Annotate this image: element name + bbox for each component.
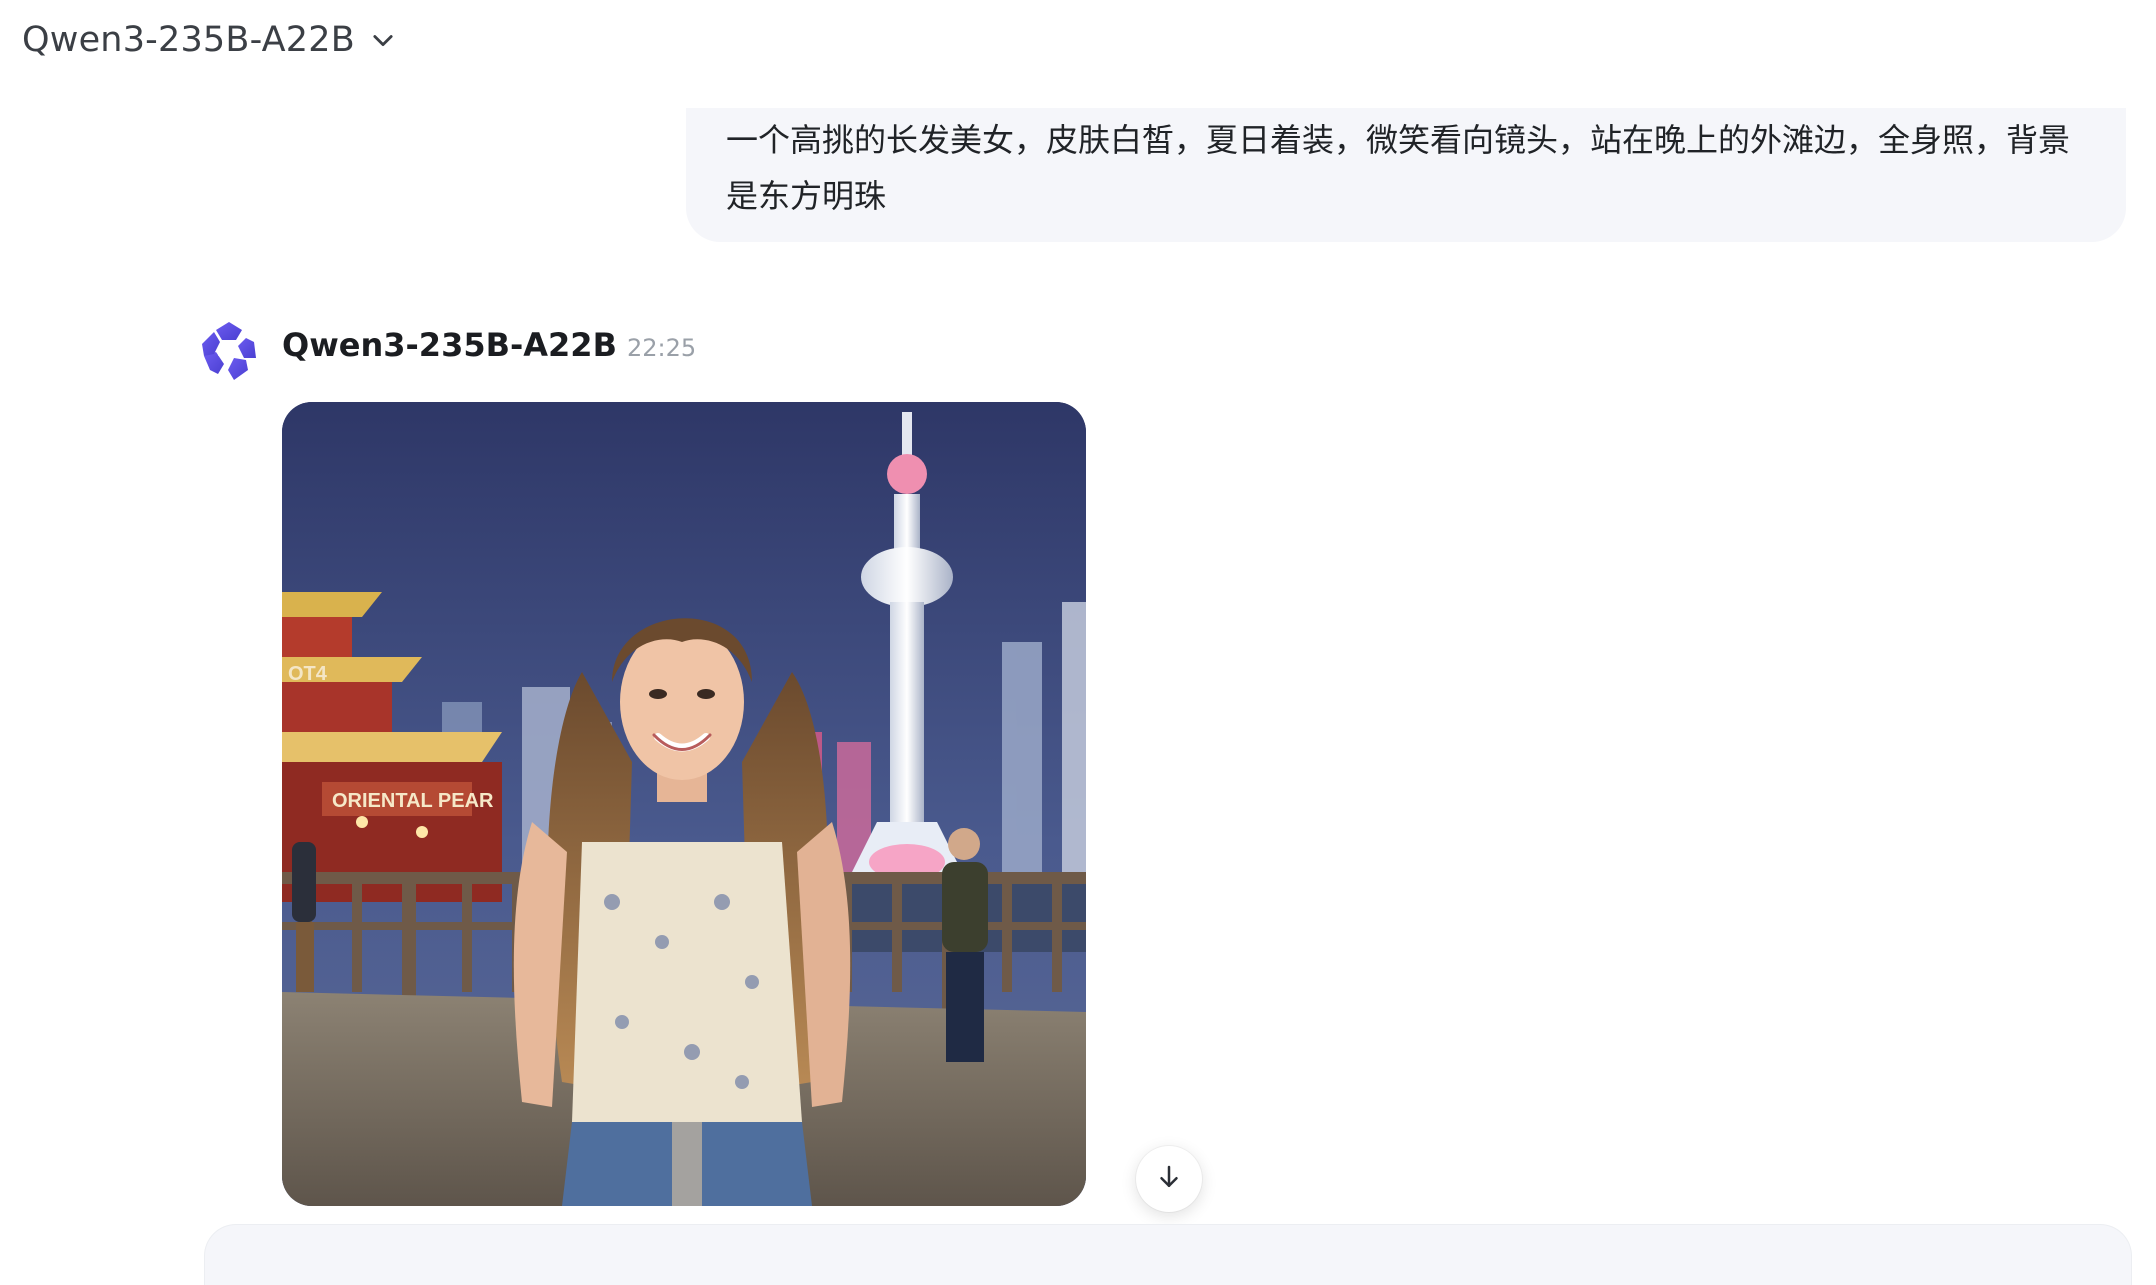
user-message-bubble: 一个高挑的长发美女，皮肤白皙，夏日着装，微笑看向镜头，站在晚上的外滩边，全身照，… [686, 108, 2126, 242]
chevron-down-icon [367, 24, 399, 56]
arrow-down-icon [1154, 1162, 1184, 1196]
assistant-name: Qwen3-235B-A22B [282, 326, 617, 364]
user-message-text: 一个高挑的长发美女，皮肤白皙，夏日着装，微笑看向镜头，站在晚上的外滩边，全身照，… [726, 121, 2071, 215]
assistant-message-header: Qwen3-235B-A22B 22:25 [282, 326, 696, 378]
image-sign-text-1: OT4 [288, 663, 328, 685]
scroll-to-bottom-button[interactable] [1136, 1146, 1202, 1212]
generated-image[interactable]: OT4 ORIENTAL PEAR [282, 402, 1086, 1206]
model-selector-label: Qwen3-235B-A22B [22, 20, 355, 60]
image-sign-text-2: ORIENTAL PEAR [332, 790, 494, 812]
qwen-logo-icon [196, 318, 262, 384]
assistant-timestamp: 22:25 [626, 334, 697, 362]
model-selector[interactable]: Qwen3-235B-A22B [22, 14, 399, 66]
generated-image-illustration: OT4 ORIENTAL PEAR [282, 402, 1086, 1206]
chat-input-area[interactable] [204, 1224, 2132, 1285]
